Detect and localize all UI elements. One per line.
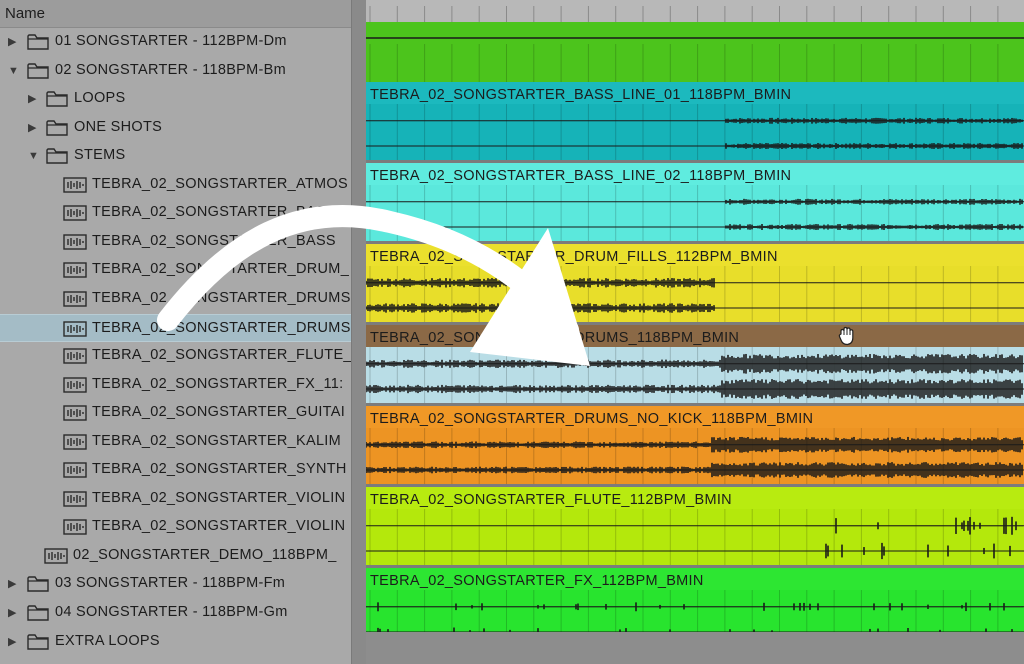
browser-item-label: TEBRA_02_SONGSTARTER_FX_11: [92,375,344,392]
folder-icon [46,148,68,164]
triangle-right-icon[interactable]: ▶ [28,93,38,105]
audio-file-icon [63,491,87,507]
browser-item-label: TEBRA_02_SONGSTARTER_DRUMS [92,319,351,336]
browser-item-label: TEBRA_02_SONGSTARTER_ATMOS [92,175,348,192]
empty-track-lane[interactable] [366,632,1024,664]
folder-icon [27,62,49,79]
browser-item-label: TEBRA_02_SONGSTARTER_BASS [92,232,336,249]
browser-folder-row[interactable]: ▶ 04 SONGSTARTER - 118BPM-Gm [0,599,351,627]
browser-item-label: 02 SONGSTARTER - 118BPM-Bm [55,61,286,78]
audio-file-icon [63,433,87,450]
audio-clip[interactable]: TEBRA_02_SONGSTARTER_DRUM_FILLS_112BPM_B… [366,244,1024,322]
browser-folder-row[interactable]: ▶ EXTRA LOOPS [0,628,351,656]
browser-item-label: 02_SONGSTARTER_DEMO_118BPM_ [73,546,337,563]
browser-item-label: STEMS [74,147,126,164]
browser-file-row[interactable]: TEBRA_02_SONGSTARTER_DRUMS [0,285,351,313]
audio-file-icon [63,320,87,337]
browser-folder-row[interactable]: ▶ 03 SONGSTARTER - 118BPM-Fm [0,570,351,598]
triangle-down-icon[interactable]: ▼ [28,150,39,162]
audio-clip[interactable]: TEBRA_02_SONGSTARTER_FLUTE_112BPM_BMIN [366,487,1024,565]
audio-file-icon [44,548,68,564]
browser-item-label: TEBRA_02_SONGSTARTER_DRUMS [92,289,351,306]
clip-name: TEBRA_02_SONGSTARTER_DRUM_FILLS_112BPM_B… [370,249,778,265]
triangle-right-icon[interactable]: ▶ [8,36,18,48]
browser-item-label: ONE SHOTS [74,118,163,135]
browser-file-row[interactable]: TEBRA_02_SONGSTARTER_BASS [0,199,351,227]
browser-folder-row[interactable]: ▶ LOOPS [0,85,351,113]
browser-folder-row[interactable]: ▶ ONE SHOTS [0,114,351,142]
browser-file-row[interactable]: TEBRA_02_SONGSTARTER_BASS [0,228,351,256]
browser-file-row[interactable]: TEBRA_02_SONGSTARTER_VIOLIN [0,485,351,513]
browser-item-label: TEBRA_02_SONGSTARTER_KALIM [92,432,342,449]
browser-item-label: LOOPS [74,90,126,107]
audio-file-icon [63,462,87,478]
browser-file-row[interactable]: TEBRA_02_SONGSTARTER_SYNTH [0,456,351,484]
browser-file-row[interactable]: TEBRA_02_SONGSTARTER_GUITAI [0,399,351,427]
browser-header[interactable]: Name [0,0,351,28]
browser-item-label: TEBRA_02_SONGSTARTER_DRUM_ [92,261,350,278]
clip-name: TEBRA_02_SONGSTARTER_DRUMS_118BPM_BMIN [370,330,740,346]
audio-file-icon [63,519,87,536]
audio-file-icon [63,348,87,364]
browser-item-label: TEBRA_02_SONGSTARTER_SYNTH [92,461,347,478]
triangle-right-icon[interactable]: ▶ [8,578,18,590]
column-header-name: Name [5,5,46,22]
browser-item-label: TEBRA_02_SONGSTARTER_FLUTE_ [92,347,351,364]
browser-file-row[interactable]: TEBRA_02_SONGSTARTER_VIOLIN [0,513,351,541]
browser-file-row[interactable]: TEBRA_02_SONGSTARTER_ATMOS [0,171,351,199]
browser-file-row[interactable]: TEBRA_02_SONGSTARTER_FX_11: [0,371,351,399]
panel-divider[interactable] [351,0,366,664]
timeline-ruler[interactable] [366,0,1024,23]
browser-folder-row[interactable]: ▼ 02 SONGSTARTER - 118BPM-Bm [0,57,351,85]
folder-icon [27,633,49,650]
clip-name: TEBRA_02_SONGSTARTER_BASS_LINE_02_118BPM… [370,168,792,184]
audio-file-icon [63,205,87,221]
browser-file-row[interactable]: TEBRA_02_SONGSTARTER_KALIM [0,428,351,456]
clip-name: TEBRA_02_SONGSTARTER_FX_112BPM_BMIN [370,573,704,589]
triangle-right-icon[interactable]: ▶ [8,607,18,619]
audio-file-icon [63,262,87,279]
audio-clip[interactable]: TEBRA_02_SONGSTARTER_BASS_LINE_02_118BPM… [366,163,1024,241]
folder-icon [27,605,49,621]
browser-item-label: 03 SONGSTARTER - 118BPM-Fm [55,575,286,592]
audio-file-icon [63,291,87,307]
browser-folder-row[interactable]: ▶ 01 SONGSTARTER - 112BPM-Dm [0,28,351,56]
browser-item-label: TEBRA_02_SONGSTARTER_VIOLIN [92,489,346,506]
clip-name: TEBRA_02_SONGSTARTER_DRUMS_NO_KICK_118BP… [370,411,814,427]
triangle-down-icon[interactable]: ▼ [8,65,19,77]
browser-file-row[interactable]: 02_SONGSTARTER_DEMO_118BPM_ [0,542,351,570]
audio-clip[interactable]: TEBRA_02_SONGSTARTER_DRUMS_NO_KICK_118BP… [366,406,1024,484]
folder-icon [46,91,68,107]
browser-item-label: TEBRA_02_SONGSTARTER_GUITAI [92,404,346,421]
folder-icon [27,576,49,593]
audio-file-icon [63,405,87,421]
hand-grab-icon [838,326,854,346]
clip-name: TEBRA_02_SONGSTARTER_FLUTE_112BPM_BMIN [370,492,732,508]
audio-file-icon [63,376,87,393]
triangle-right-icon[interactable]: ▶ [8,636,18,648]
browser-item-label: TEBRA_02_SONGSTARTER_BASS [92,204,336,221]
browser-panel: Name ▶ 01 SONGSTARTER - 112BPM-Dm ▼ 02 SONG… [0,0,351,664]
browser-folder-row[interactable]: ▼ STEMS [0,142,351,170]
browser-item-label: 04 SONGSTARTER - 118BPM-Gm [55,604,288,620]
browser-item-label: 01 SONGSTARTER - 112BPM-Dm [55,33,287,49]
audio-clip[interactable]: TEBRA_02_SONGSTARTER_DRUMS_118BPM_BMIN [366,325,1024,403]
folder-icon [46,119,68,136]
ruler-ticks [369,6,999,22]
arrangement-view: TEBRA_02_SONGSTARTER_BASS_LINE_01_118BPM… [366,0,1024,664]
audio-file-icon [63,177,87,193]
browser-item-label: TEBRA_02_SONGSTARTER_VIOLIN [92,518,346,535]
triangle-right-icon[interactable]: ▶ [28,122,38,134]
browser-item-label: EXTRA LOOPS [55,632,160,649]
browser-file-row[interactable]: TEBRA_02_SONGSTARTER_DRUM_ [0,256,351,284]
audio-file-icon [63,234,87,250]
browser-file-row[interactable]: TEBRA_02_SONGSTARTER_DRUMS [0,313,351,342]
folder-icon [27,34,49,50]
browser-file-row[interactable]: TEBRA_02_SONGSTARTER_FLUTE_ [0,342,351,370]
audio-clip[interactable]: TEBRA_02_SONGSTARTER_BASS_LINE_01_118BPM… [366,82,1024,160]
clip-name: TEBRA_02_SONGSTARTER_BASS_LINE_01_118BPM… [370,87,792,103]
